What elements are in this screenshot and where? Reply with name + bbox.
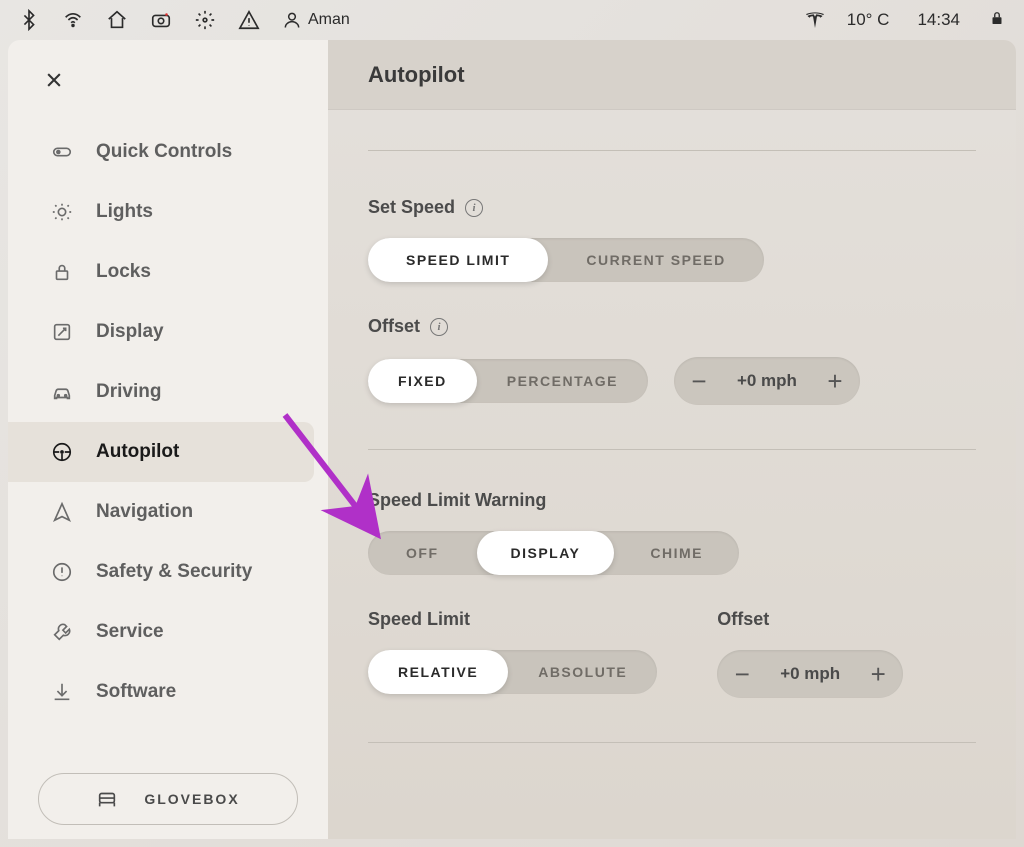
settings-window: Quick Controls Lights Locks Display Driv… [8,40,1016,839]
sidebar-item-label: Lights [96,201,153,223]
sidebar-item-label: Software [96,681,176,703]
glovebox-button[interactable]: GLOVEBOX [38,773,298,825]
sidebar-item-label: Autopilot [96,441,179,463]
slw-option-chime[interactable]: CHIME [614,531,739,575]
offset2-stepper: − +0 mph + [717,650,903,698]
navigation-icon [50,500,74,524]
info-icon[interactable]: i [430,318,448,336]
sidebar-item-label: Display [96,321,164,343]
sidebar-item-label: Locks [96,261,151,283]
wrench-icon [50,620,74,644]
offset-value: +0 mph [724,371,810,391]
sidebar-item-label: Service [96,621,164,643]
slw-option-display[interactable]: DISPLAY [477,531,615,575]
profile-name: Aman [308,11,350,29]
glovebox-icon [96,788,118,810]
toggle-icon [50,140,74,164]
sidebar-item-quick-controls[interactable]: Quick Controls [8,122,314,182]
set-speed-segment: SPEED LIMIT CURRENT SPEED [368,238,764,282]
lights-icon [50,200,74,224]
set-speed-option-speed-limit[interactable]: SPEED LIMIT [368,238,548,282]
offset2-minus-button[interactable]: − [717,650,767,698]
sidebar-item-label: Driving [96,381,161,403]
sidebar-item-label: Quick Controls [96,141,232,163]
display-icon [50,320,74,344]
set-speed-label: Set Speed i [368,197,976,218]
bluetooth-icon[interactable] [18,9,40,31]
offset-type-segment: FIXED PERCENTAGE [368,359,648,403]
sidebar-item-driving[interactable]: Driving [8,362,314,422]
speed-limit-label: Speed Limit [368,609,657,630]
offset-stepper: − +0 mph + [674,357,860,405]
offset-minus-button[interactable]: − [674,357,724,405]
section-divider [368,150,976,151]
sidebar-item-software[interactable]: Software [8,662,314,722]
settings-sidebar: Quick Controls Lights Locks Display Driv… [8,40,328,839]
speed-limit-warning-label: Speed Limit Warning [368,490,976,511]
sidebar-item-display[interactable]: Display [8,302,314,362]
alert-circle-icon [50,560,74,584]
close-button[interactable] [32,58,76,102]
sidebar-item-lights[interactable]: Lights [8,182,314,242]
homelink-icon[interactable] [106,9,128,31]
download-icon [50,680,74,704]
sidebar-item-service[interactable]: Service [8,602,314,662]
status-bar: Aman 10° C 14:34 [0,0,1024,40]
speed-limit-option-relative[interactable]: RELATIVE [368,650,508,694]
temperature-display: 10° C [847,10,890,30]
lock-icon [50,260,74,284]
offset-label: Offset i [368,316,976,337]
offset2-label: Offset [717,609,903,630]
sidebar-item-locks[interactable]: Locks [8,242,314,302]
dashcam-icon[interactable] [150,9,172,31]
offset2-plus-button[interactable]: + [853,650,903,698]
steering-wheel-icon [50,440,74,464]
profile-button[interactable]: Aman [282,10,350,30]
fan-icon[interactable] [194,9,216,31]
settings-content: Autopilot Set Speed i SPEED LIMIT CURREN… [328,40,1016,839]
offset-option-percentage[interactable]: PERCENTAGE [477,359,648,403]
car-icon [50,380,74,404]
wifi-icon[interactable] [62,9,84,31]
info-icon[interactable]: i [465,199,483,217]
tesla-logo-icon [805,8,825,33]
sidebar-item-navigation[interactable]: Navigation [8,482,314,542]
sidebar-item-autopilot[interactable]: Autopilot [8,422,314,482]
speed-limit-segment: RELATIVE ABSOLUTE [368,650,657,694]
set-speed-option-current-speed[interactable]: CURRENT SPEED [548,238,763,282]
time-display: 14:34 [917,10,960,30]
offset2-value: +0 mph [767,664,853,684]
warning-icon[interactable] [238,9,260,31]
sidebar-item-label: Navigation [96,501,193,523]
offset-plus-button[interactable]: + [810,357,860,405]
offset-option-fixed[interactable]: FIXED [368,359,477,403]
slw-option-off[interactable]: OFF [368,531,477,575]
speed-limit-option-absolute[interactable]: ABSOLUTE [508,650,657,694]
lock-icon[interactable] [988,9,1006,32]
sidebar-item-safety-security[interactable]: Safety & Security [8,542,314,602]
sidebar-item-label: Safety & Security [96,561,252,583]
section-divider [368,742,976,743]
speed-limit-warning-segment: OFF DISPLAY CHIME [368,531,739,575]
section-divider [368,449,976,450]
page-title: Autopilot [328,40,1016,110]
glovebox-label: GLOVEBOX [144,791,239,807]
